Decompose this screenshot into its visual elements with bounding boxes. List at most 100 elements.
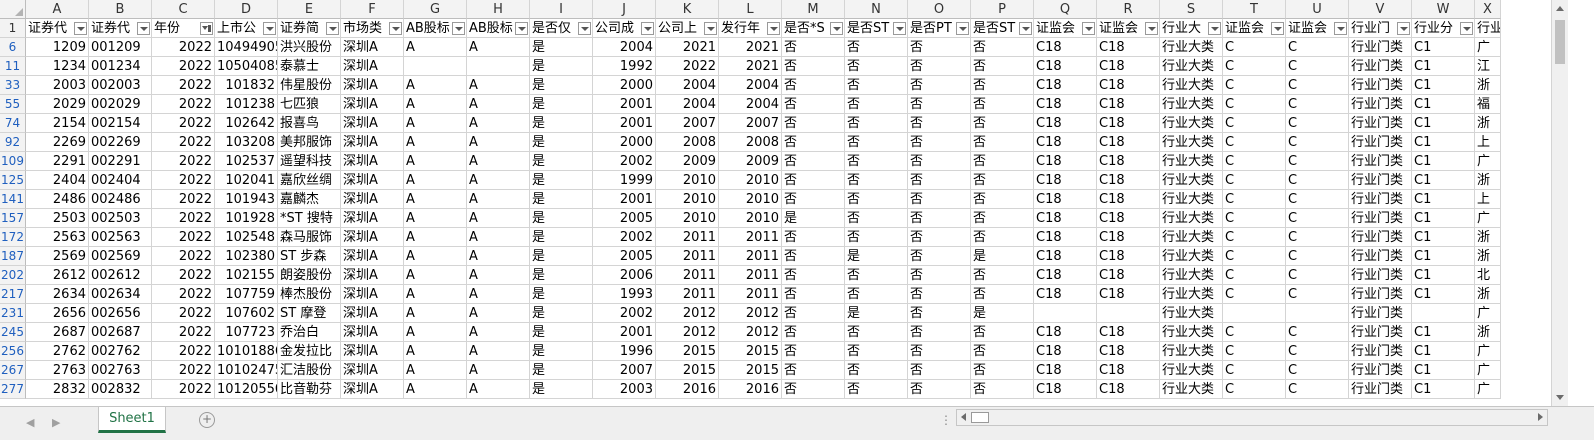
table-cell[interactable]: A — [404, 38, 467, 57]
table-cell[interactable]: 深圳A — [341, 133, 404, 152]
table-cell[interactable]: A — [404, 380, 467, 399]
table-cell[interactable]: 2001 — [593, 323, 656, 342]
table-cell[interactable]: C — [1223, 228, 1286, 247]
table-cell[interactable]: C18 — [1097, 133, 1160, 152]
table-cell[interactable]: 是 — [530, 152, 593, 171]
table-cell[interactable]: C1 — [1412, 152, 1475, 171]
table-cell[interactable]: 否 — [908, 247, 971, 266]
table-cell[interactable]: 汇洁股份 — [278, 361, 341, 380]
table-cell[interactable]: 2016 — [656, 380, 719, 399]
table-cell[interactable]: 否 — [845, 266, 908, 285]
table-cell[interactable]: 2404 — [26, 171, 89, 190]
table-cell[interactable]: 2010 — [719, 209, 782, 228]
table-cell[interactable]: 否 — [908, 190, 971, 209]
table-cell[interactable]: 2011 — [656, 285, 719, 304]
table-cell[interactable]: 2011 — [719, 228, 782, 247]
table-cell[interactable]: C — [1223, 380, 1286, 399]
table-cell[interactable]: 2832 — [26, 380, 89, 399]
table-cell[interactable]: 深圳A — [341, 152, 404, 171]
column-header-a[interactable]: A — [26, 0, 89, 19]
table-cell[interactable]: 否 — [845, 152, 908, 171]
table-cell[interactable]: 否 — [845, 361, 908, 380]
table-cell[interactable]: 2634 — [26, 285, 89, 304]
table-cell[interactable]: 2021 — [719, 57, 782, 76]
table-cell[interactable]: 2022 — [152, 380, 215, 399]
table-cell[interactable]: 深圳A — [341, 304, 404, 323]
table-cell[interactable]: C18 — [1034, 95, 1097, 114]
table-cell[interactable]: 002612 — [89, 266, 152, 285]
table-cell[interactable]: 否 — [971, 380, 1034, 399]
table-cell[interactable]: C18 — [1034, 190, 1097, 209]
table-cell[interactable]: 2005 — [593, 209, 656, 228]
table-cell[interactable]: A — [404, 266, 467, 285]
filter-dropdown-icon[interactable] — [956, 22, 969, 35]
table-cell[interactable]: A — [467, 133, 530, 152]
table-cell[interactable]: 2003 — [593, 380, 656, 399]
table-cell[interactable]: 上 — [1475, 190, 1501, 209]
table-cell[interactable]: 否 — [971, 95, 1034, 114]
table-cell[interactable]: 嘉欣丝绸 — [278, 171, 341, 190]
table-cell[interactable]: C1 — [1412, 266, 1475, 285]
table-cell[interactable]: 否 — [908, 209, 971, 228]
table-cell[interactable]: C — [1223, 247, 1286, 266]
table-cell[interactable]: 2008 — [656, 133, 719, 152]
table-cell[interactable]: A — [404, 361, 467, 380]
table-cell[interactable]: 是 — [530, 171, 593, 190]
table-cell[interactable]: 2001 — [593, 114, 656, 133]
table-cell[interactable]: C1 — [1412, 209, 1475, 228]
table-cell[interactable]: 107602 — [215, 304, 278, 323]
table-cell[interactable]: C — [1286, 228, 1349, 247]
column-header-q[interactable]: Q — [1034, 0, 1097, 19]
table-cell[interactable]: C — [1286, 380, 1349, 399]
table-cell[interactable]: 嘉麟杰 — [278, 190, 341, 209]
table-cell[interactable]: 2007 — [593, 361, 656, 380]
table-cell[interactable]: A — [404, 285, 467, 304]
table-cell[interactable]: 否 — [845, 57, 908, 76]
table-cell[interactable]: C18 — [1034, 342, 1097, 361]
table-cell[interactable]: 2022 — [152, 38, 215, 57]
table-cell[interactable]: 否 — [782, 76, 845, 95]
table-cell[interactable]: C — [1286, 323, 1349, 342]
table-cell[interactable]: 是 — [530, 95, 593, 114]
table-cell[interactable]: C — [1223, 209, 1286, 228]
table-cell[interactable]: 行业门类 — [1349, 190, 1412, 209]
table-cell[interactable]: 否 — [845, 38, 908, 57]
row-header[interactable]: 6 — [0, 38, 26, 57]
table-cell[interactable]: C18 — [1097, 209, 1160, 228]
table-cell[interactable]: C18 — [1034, 114, 1097, 133]
horizontal-scrollbar[interactable] — [956, 409, 1548, 426]
table-cell[interactable]: 2007 — [656, 114, 719, 133]
filter-dropdown-icon[interactable] — [1208, 22, 1221, 35]
table-cell[interactable]: 是 — [530, 190, 593, 209]
table-cell[interactable]: 2002 — [593, 152, 656, 171]
table-cell[interactable]: 2010 — [656, 171, 719, 190]
table-cell[interactable]: 2022 — [152, 323, 215, 342]
header-cell[interactable]: 行业分 — [1475, 19, 1501, 38]
table-cell[interactable]: C — [1223, 152, 1286, 171]
table-cell[interactable]: C — [1286, 342, 1349, 361]
table-cell[interactable]: 北 — [1475, 266, 1501, 285]
filter-dropdown-icon[interactable] — [1271, 22, 1284, 35]
table-cell[interactable]: 深圳A — [341, 171, 404, 190]
table-cell[interactable]: 行业门类 — [1349, 57, 1412, 76]
table-cell[interactable]: A — [467, 152, 530, 171]
table-cell[interactable]: 广 — [1475, 152, 1501, 171]
filter-dropdown-icon[interactable] — [1145, 22, 1158, 35]
table-cell[interactable]: 2010 — [719, 190, 782, 209]
table-cell[interactable]: 行业门类 — [1349, 76, 1412, 95]
row-header[interactable]: 11 — [0, 57, 26, 76]
table-cell[interactable]: C — [1223, 38, 1286, 57]
row-header[interactable]: 92 — [0, 133, 26, 152]
column-header-l[interactable]: L — [719, 0, 782, 19]
table-cell[interactable]: 森马服饰 — [278, 228, 341, 247]
table-cell[interactable]: 2001 — [593, 190, 656, 209]
table-cell[interactable]: 深圳A — [341, 57, 404, 76]
table-cell[interactable]: A — [404, 323, 467, 342]
table-cell[interactable]: C18 — [1097, 95, 1160, 114]
table-cell[interactable]: C — [1223, 114, 1286, 133]
table-cell[interactable]: C — [1223, 190, 1286, 209]
row-header[interactable]: 125 — [0, 171, 26, 190]
column-header-e[interactable]: E — [278, 0, 341, 19]
table-cell[interactable]: C — [1286, 76, 1349, 95]
table-cell[interactable]: 是 — [971, 304, 1034, 323]
